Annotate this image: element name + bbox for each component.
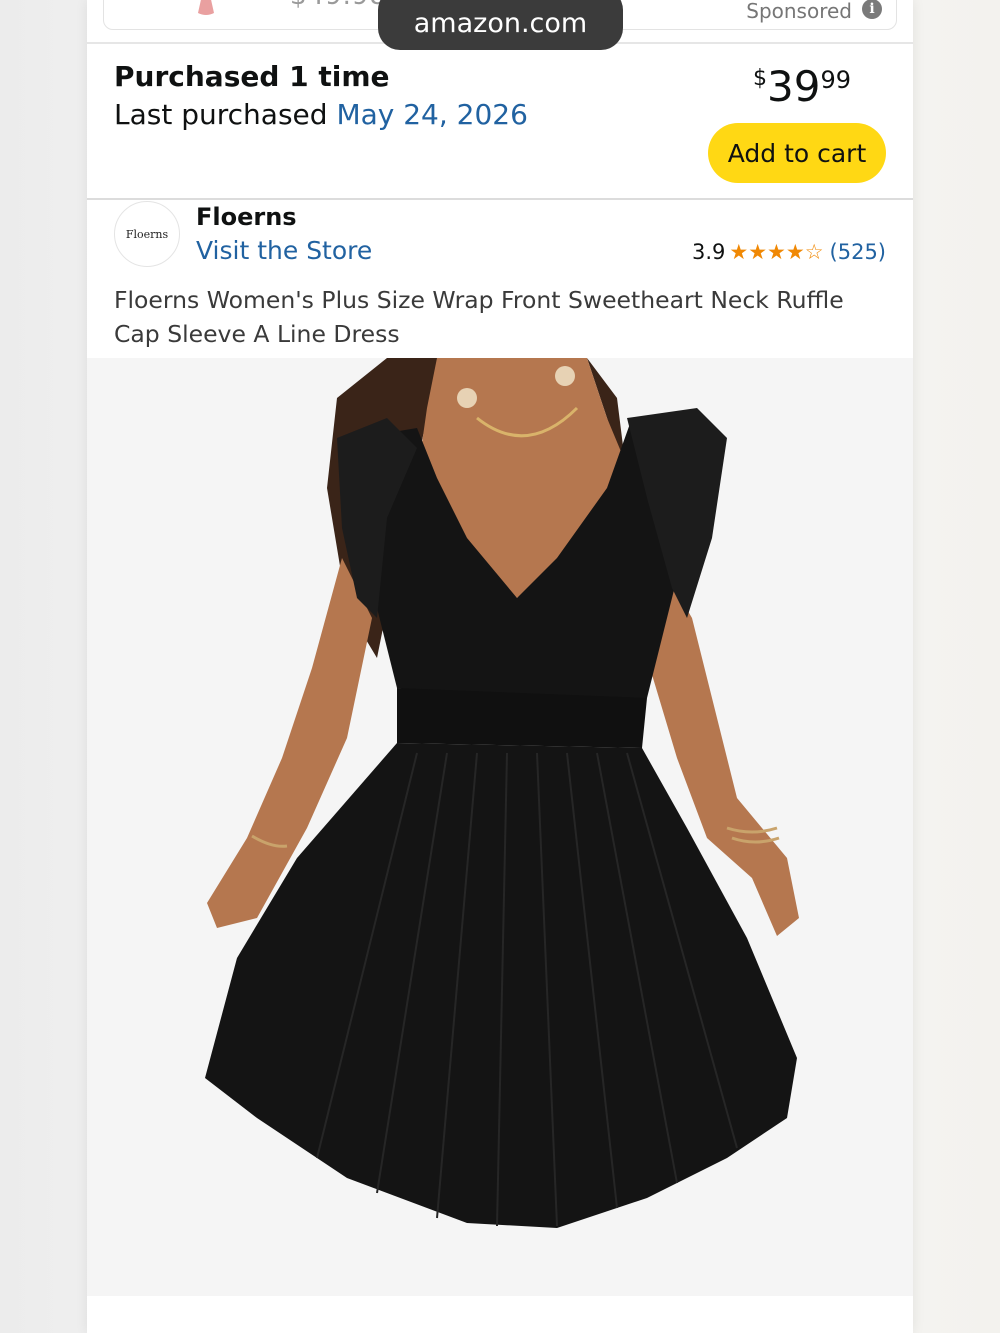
last-purchased-date[interactable]: May 24, 2026: [336, 98, 527, 131]
rating-value: 3.9: [691, 240, 726, 264]
star-filled-icon: ★: [729, 240, 749, 264]
star-empty-icon: ☆: [804, 240, 824, 264]
last-purchased-line: Last purchased May 24, 2026: [114, 98, 528, 131]
star-rating: ★ ★ ★ ★ ☆: [729, 240, 823, 264]
star-filled-icon: ★: [767, 240, 786, 264]
add-to-cart-button[interactable]: Add to cart: [708, 123, 886, 183]
product-title[interactable]: Floerns Women's Plus Size Wrap Front Swe…: [114, 283, 884, 351]
price-fraction: 99: [820, 66, 851, 94]
brand-name: Floerns: [196, 203, 297, 231]
product-photo-illustration: [205, 358, 799, 1228]
purchase-count: Purchased 1 time: [114, 60, 390, 93]
visit-store-link[interactable]: Visit the Store: [196, 236, 372, 265]
divider: [87, 198, 913, 200]
browser-url-pill[interactable]: amazon.com: [378, 0, 623, 50]
last-purchased-label: Last purchased: [114, 98, 328, 131]
info-icon[interactable]: i: [862, 0, 882, 19]
sponsored-product-thumbnail[interactable]: [190, 0, 222, 17]
rating-count[interactable]: (525): [830, 240, 886, 264]
star-filled-icon: ★: [785, 240, 805, 264]
rating-summary[interactable]: 3.9 ★ ★ ★ ★ ☆ (525): [692, 240, 886, 264]
product-image[interactable]: [87, 358, 913, 1296]
star-filled-icon: ★: [748, 240, 768, 264]
brand-logo[interactable]: Floerns: [114, 201, 180, 267]
price-whole: 39: [767, 62, 821, 111]
price-currency: $: [753, 66, 767, 91]
sponsored-label: Sponsored: [746, 0, 852, 23]
product-price: $3999: [753, 62, 851, 111]
product-card: $49.98 ✓ Sponsored i Purchased 1 time La…: [87, 0, 913, 1333]
